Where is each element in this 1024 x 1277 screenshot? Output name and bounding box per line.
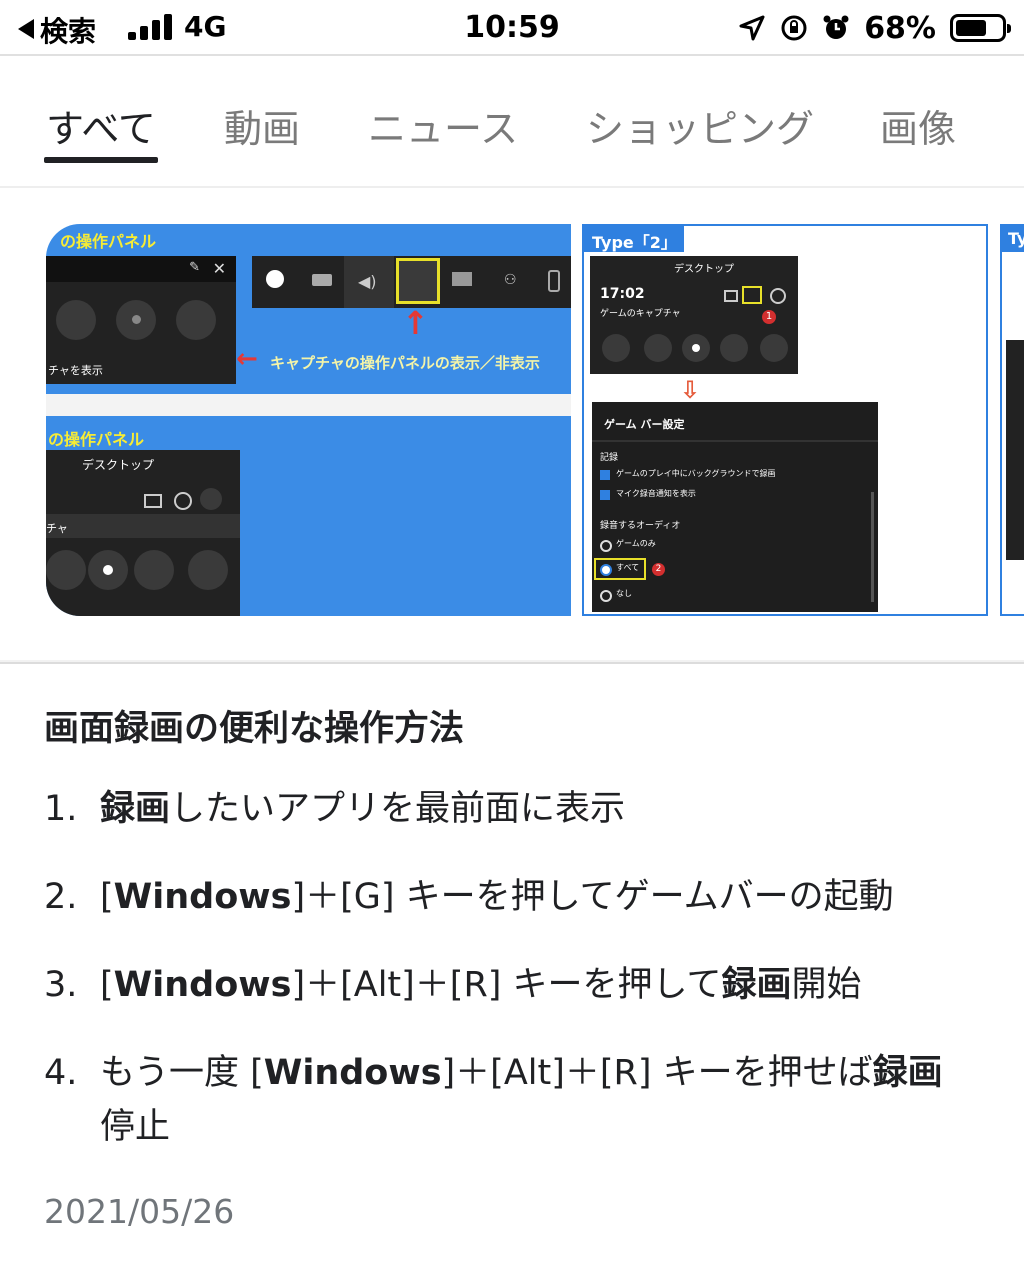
step-number: 4. bbox=[44, 1053, 78, 1093]
bold-text: 録画 bbox=[872, 1053, 943, 1093]
capture-toggle-highlight bbox=[396, 258, 440, 304]
list-item: 2. [Windows]＋[G] キーを押してゲームバーの起動 bbox=[44, 870, 974, 924]
game-capture-panel: デスクトップ 17:02 1 ゲームのキャプチャ bbox=[590, 256, 798, 374]
record-heading: 記録 bbox=[600, 453, 619, 463]
list-item: 4. もう一度 [Windows]＋[Alt]＋[R] キーを押せば録画停止 bbox=[44, 1046, 974, 1154]
close-icon: ✕ bbox=[212, 259, 226, 278]
xbox-icon bbox=[266, 270, 284, 288]
bold-text: Windows bbox=[113, 877, 292, 917]
step-number: 2. bbox=[44, 877, 78, 917]
step-number: 3. bbox=[44, 965, 78, 1005]
capture-panel-lower: デスクトップ チャ bbox=[46, 450, 240, 616]
battery-icon bbox=[950, 14, 1011, 42]
capture-panel: ✕ ✎ チャを表示 bbox=[46, 256, 236, 384]
step-text: もう一度 [Windows]＋[Alt]＋[R] キーを押せば録画停止 bbox=[100, 1046, 974, 1154]
step-text-part: ]＋[Alt]＋[R] キーを押して bbox=[291, 965, 722, 1005]
step-text-part: ]＋[Alt]＋[R] キーを押せば bbox=[441, 1053, 873, 1093]
badge-1: 1 bbox=[762, 310, 776, 324]
pin-icon: ✎ bbox=[189, 260, 200, 275]
step-text-part: ]＋[G] キーを押してゲームバーの起動 bbox=[291, 877, 894, 917]
step-text-part: 開始 bbox=[791, 965, 862, 1005]
list-item: 3. [Windows]＋[Alt]＋[R] キーを押して録画開始 bbox=[44, 958, 974, 1012]
up-arrow-icon: ↑ bbox=[402, 304, 429, 342]
capture-label: チャ bbox=[46, 522, 68, 535]
search-tabs: すべて 動画 ニュース ショッピング 画像 bbox=[0, 56, 1024, 188]
tab-images[interactable]: 画像 bbox=[880, 98, 956, 153]
active-tab-indicator bbox=[44, 157, 158, 163]
capture-show-label: チャを表示 bbox=[48, 364, 103, 377]
step-text-part: [ bbox=[100, 877, 114, 917]
tab-news[interactable]: ニュース bbox=[368, 98, 518, 153]
step-text-part: 停止 bbox=[100, 1107, 171, 1147]
badge-2: 2 bbox=[652, 563, 665, 576]
desktop-label-2: デスクトップ bbox=[674, 264, 734, 275]
featured-snippet: 画面録画の便利な操作方法 1. 録画したいアプリを最前面に表示 2. [Wind… bbox=[0, 662, 1024, 1277]
result-image-3[interactable]: Ty bbox=[1000, 224, 1024, 616]
game-bar-settings: ゲーム バー設定 記録 ゲームのプレイ中にバックグラウンドで録画 マイク録音通知… bbox=[592, 402, 878, 612]
step-text: [Windows]＋[G] キーを押してゲームバーの起動 bbox=[100, 870, 974, 924]
bold-text: 録画 bbox=[721, 965, 792, 1005]
step-text-part: したいアプリを最前面に表示 bbox=[170, 789, 626, 829]
status-bar: 検索 4G 10:59 68% bbox=[0, 0, 1024, 56]
step-text-part: [ bbox=[100, 965, 114, 1005]
result-image-2[interactable]: Type「2」 デスクトップ 17:02 1 ゲームのキャプチャ ⇩ ゲーム バ… bbox=[582, 224, 988, 616]
result-image-1[interactable]: の操作パネル ✕ ✎ チャを表示 ◀) ⚇ ↑ ← キャプチャの操作パネルの表示… bbox=[46, 224, 571, 616]
down-arrow-icon: ⇩ bbox=[680, 376, 701, 404]
location-arrow-icon bbox=[738, 14, 766, 42]
bold-text: 録画 bbox=[100, 789, 171, 829]
desktop-label: デスクトップ bbox=[82, 458, 155, 472]
type-label-partial: Ty bbox=[1008, 229, 1024, 248]
step-text-part: もう一度 [ bbox=[100, 1053, 264, 1093]
game-capture-label: ゲームのキャプチャ bbox=[600, 309, 681, 319]
tab-shopping[interactable]: ショッピング bbox=[586, 98, 814, 153]
checkbox-1-label: ゲームのプレイ中にバックグラウンドで録画 bbox=[616, 469, 776, 478]
snippet-date: 2021/05/26 bbox=[44, 1192, 235, 1231]
settings-title: ゲーム バー設定 bbox=[604, 418, 685, 431]
snippet-title: 画面録画の便利な操作方法 bbox=[44, 709, 465, 749]
step-text: 録画したいアプリを最前面に表示 bbox=[100, 782, 974, 836]
game-bar-toolbar: ◀) ⚇ bbox=[252, 256, 571, 308]
audio-heading: 録音するオーディオ bbox=[600, 521, 681, 531]
clock-label: 17:02 bbox=[600, 286, 645, 302]
list-item: 1. 録画したいアプリを最前面に表示 bbox=[44, 782, 974, 836]
volume-icon: ◀) bbox=[358, 272, 377, 291]
step-number: 1. bbox=[44, 789, 78, 829]
battery-percent: 68% bbox=[864, 10, 936, 46]
radio-2-label: すべて bbox=[616, 563, 640, 572]
rotation-lock-icon bbox=[780, 14, 808, 42]
checkbox-2-label: マイク録音通知を表示 bbox=[616, 489, 696, 498]
type-label: Type「2」 bbox=[592, 233, 677, 252]
step-text: [Windows]＋[Alt]＋[R] キーを押して録画開始 bbox=[100, 958, 974, 1012]
tab-all[interactable]: すべて bbox=[46, 98, 156, 153]
radio-1-label: ゲームのみ bbox=[616, 539, 656, 548]
left-arrow-icon: ← bbox=[236, 344, 258, 374]
alarm-clock-icon bbox=[822, 14, 850, 42]
panel-top-label: の操作パネル bbox=[60, 232, 157, 251]
bold-text: Windows bbox=[263, 1053, 442, 1093]
annotation-label: キャプチャの操作パネルの表示／非表示 bbox=[270, 354, 540, 372]
tab-videos[interactable]: 動画 bbox=[224, 98, 300, 153]
panel-bottom-label: の操作パネル bbox=[48, 430, 145, 449]
radio-3-label: なし bbox=[616, 589, 632, 598]
image-carousel: の操作パネル ✕ ✎ チャを表示 ◀) ⚇ ↑ ← キャプチャの操作パネルの表示… bbox=[0, 188, 1024, 660]
bold-text: Windows bbox=[113, 965, 292, 1005]
